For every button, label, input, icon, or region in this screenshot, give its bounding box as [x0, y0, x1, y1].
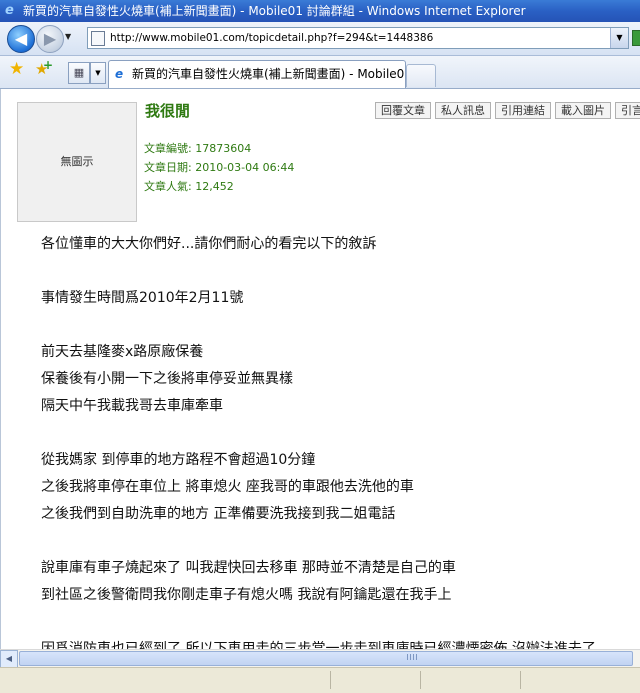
post-line: [41, 316, 640, 343]
go-button-icon[interactable]: [632, 30, 640, 46]
window-title: 新買的汽車自發性火燒車(補上新聞畫面) - Mobile01 討論群組 - Wi…: [23, 4, 526, 18]
window-title-bar: e 新買的汽車自發性火燒車(補上新聞畫面) - Mobile01 討論群組 - W…: [0, 0, 640, 22]
post-line: 說車庫有車子燒起來了 叫我趕快回去移車 那時並不清楚是自己的車: [41, 560, 456, 576]
post-line: 事情發生時間爲2010年2月11號: [41, 290, 244, 306]
address-url[interactable]: http://www.mobile01.com/topicdetail.php?…: [110, 28, 433, 48]
post-line: 從我媽家 到停車的地方路程不會超過10分鐘: [41, 452, 316, 468]
article-date: 文章日期: 2010-03-04 06:44: [144, 161, 295, 174]
ie-page-icon: e: [115, 67, 124, 81]
scroll-left-arrow-icon[interactable]: ◀: [0, 650, 18, 668]
status-bar: [0, 667, 640, 693]
horizontal-scrollbar[interactable]: ◀: [0, 649, 640, 668]
post-line: 因爲消防車也已經到了 所以下車用走的三步當一步走到車庫時已經濃煙密佈 沒辦法進去…: [41, 641, 596, 649]
post-line: 保養後有小開一下之後將車停妥並無異樣: [41, 371, 293, 387]
quote-link-button[interactable]: 引用連結: [495, 102, 551, 119]
post-line: 隔天中午我載我哥去車庫牽車: [41, 398, 223, 414]
ie-logo-icon: e: [5, 3, 14, 18]
tab-active[interactable]: e 新買的汽車自發性火燒車(補上新聞畫面) - Mobile0...: [108, 60, 406, 88]
article-id: 文章編號: 17873604: [144, 142, 252, 155]
tab-bar: ★ ★ ▦ ▼ e 新買的汽車自發性火燒車(補上新聞畫面) - Mobile0..…: [0, 56, 640, 89]
page-icon: [91, 31, 105, 46]
post-body: 各位懂車的大大你們好...請你們耐心的看完以下的敘訴 事情發生時間爲2010年2月…: [41, 235, 640, 649]
post-line: [41, 613, 640, 640]
load-images-button[interactable]: 載入圖片: [555, 102, 611, 119]
new-tab-button[interactable]: [406, 64, 436, 87]
article-views: 文章人氣: 12,452: [144, 180, 234, 193]
scroll-thumb[interactable]: [19, 651, 633, 666]
post-line: 之後我們到自助洗車的地方 正準備要洗我接到我二姐電話: [41, 506, 396, 522]
back-button[interactable]: ◀: [7, 25, 35, 53]
status-divider: [420, 671, 421, 689]
status-divider: [520, 671, 521, 689]
favorites-star-icon[interactable]: ★: [9, 61, 24, 78]
history-dropdown-icon[interactable]: ▼: [65, 32, 71, 41]
post-line: [41, 532, 640, 559]
add-favorites-icon[interactable]: ★: [35, 57, 54, 78]
post-line: 到社區之後警衛問我你剛走車子有熄火嗎 我說有阿鑰匙還在我手上: [41, 587, 452, 603]
scroll-grip-icon: [407, 654, 419, 660]
tab-label: 新買的汽車自發性火燒車(補上新聞畫面) - Mobile0...: [132, 67, 406, 81]
address-bar[interactable]: http://www.mobile01.com/topicdetail.php?…: [87, 27, 629, 49]
quote-button[interactable]: 引言: [615, 102, 640, 119]
post-line: 前天去基隆麥x路原廠保養: [41, 344, 204, 360]
post-line: 各位懂車的大大你們好...請你們耐心的看完以下的敘訴: [41, 236, 377, 252]
reply-button[interactable]: 回覆文章: [375, 102, 431, 119]
post-line: [41, 262, 640, 289]
status-divider: [330, 671, 331, 689]
avatar: 無圖示: [17, 102, 137, 222]
post-line: 之後我將車停在車位上 將車熄火 座我哥的車跟他去洗他的車: [41, 479, 414, 495]
navigation-bar: ◀ ▶ ▼ http://www.mobile01.com/topicdetai…: [0, 22, 640, 56]
quick-tabs-icon[interactable]: ▦: [68, 62, 90, 84]
private-message-button[interactable]: 私人訊息: [435, 102, 491, 119]
tab-list-dropdown-icon[interactable]: ▼: [90, 62, 106, 84]
post-author[interactable]: 我很閒: [145, 100, 190, 121]
address-dropdown-icon[interactable]: ▼: [610, 28, 628, 48]
post-line: [41, 424, 640, 451]
page-content: 無圖示 我很閒 回覆文章 私人訊息 引用連結 載入圖片 引言 文章編號: 178…: [0, 89, 640, 649]
forward-button[interactable]: ▶: [36, 25, 64, 53]
